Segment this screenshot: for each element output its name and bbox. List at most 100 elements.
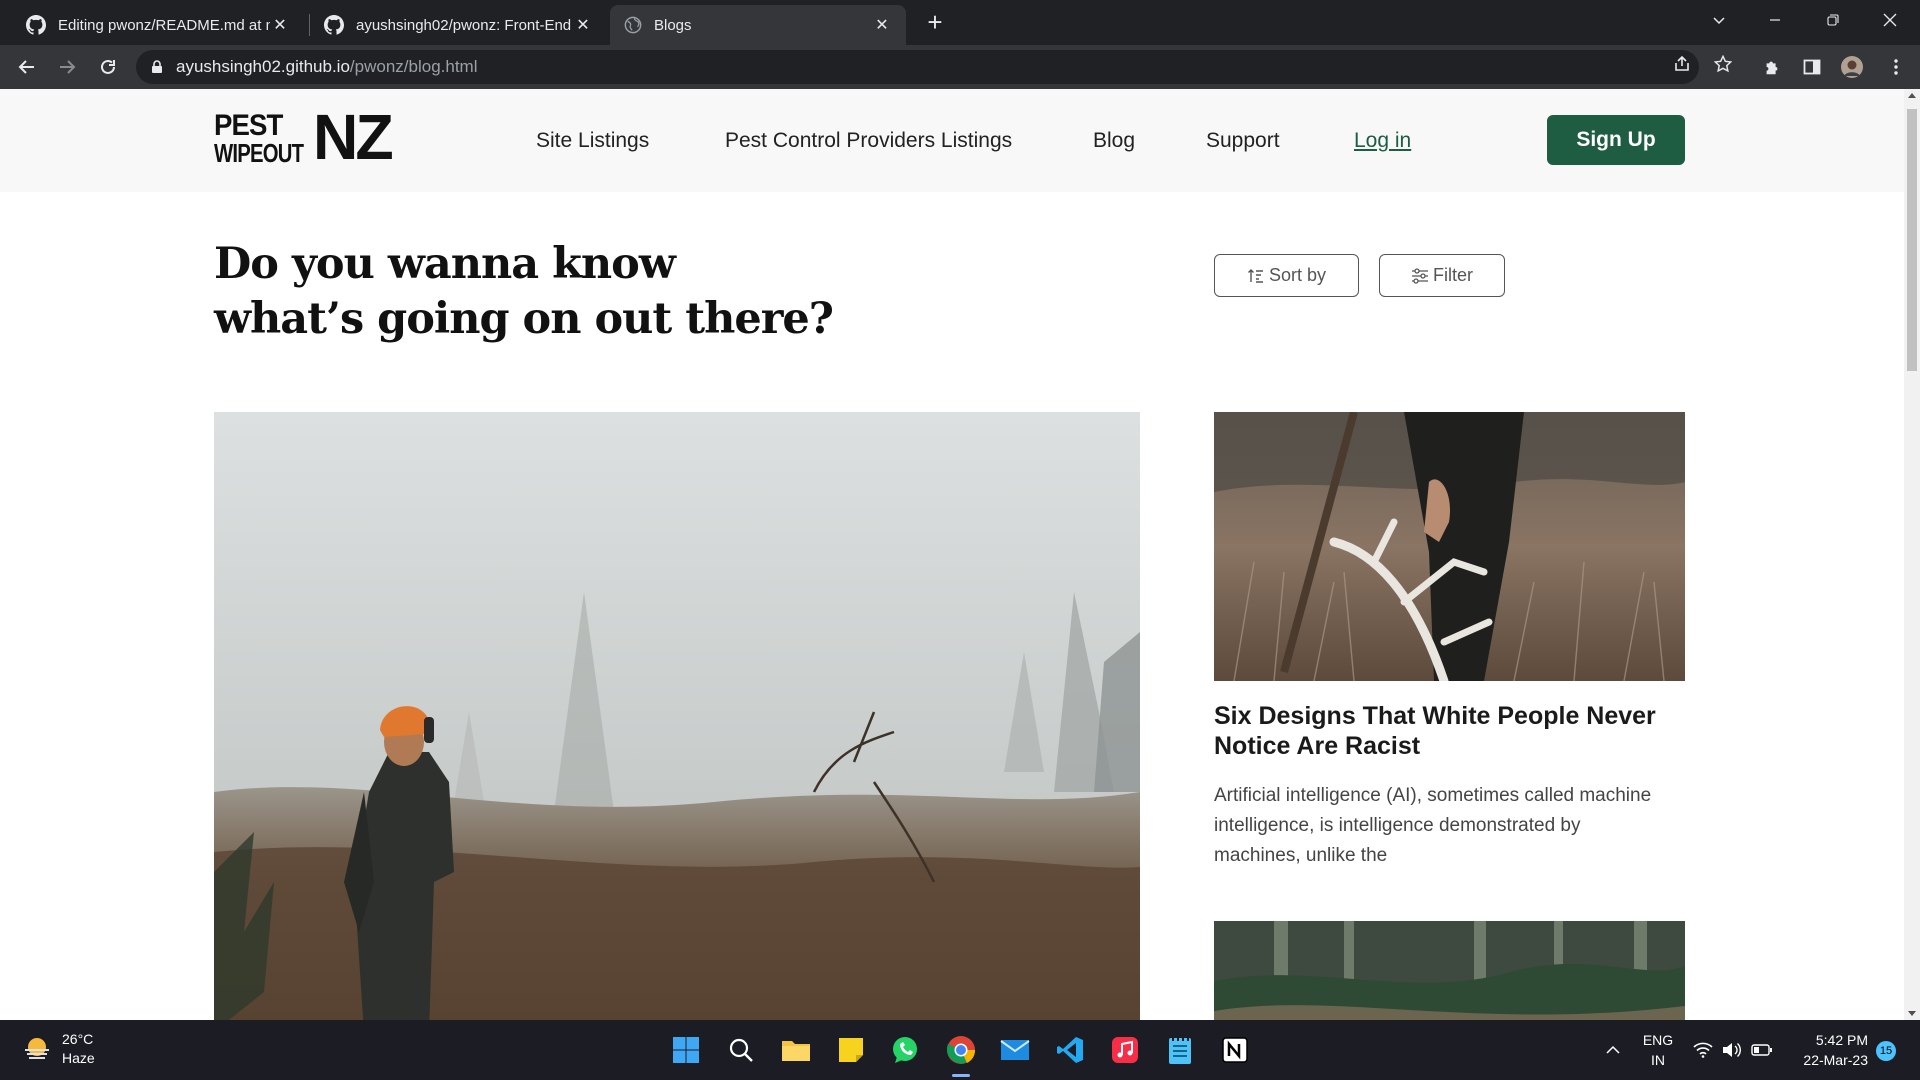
start-button[interactable] (668, 1032, 704, 1068)
featured-image-graphic (214, 412, 1140, 1020)
site-logo[interactable]: PEST WIPEOUT NZ (214, 105, 404, 169)
nav-site-listings[interactable]: Site Listings (536, 129, 649, 153)
post-thumbnail-2[interactable] (1214, 921, 1685, 1020)
file-explorer-button[interactable] (778, 1032, 814, 1068)
chevron-up-icon (1606, 1045, 1620, 1054)
signup-button[interactable]: Sign Up (1547, 115, 1685, 165)
mail-button[interactable] (997, 1032, 1033, 1068)
close-icon[interactable]: ✕ (270, 15, 290, 35)
github-icon (324, 15, 344, 35)
featured-post-image[interactable] (214, 412, 1140, 1020)
restore-icon (1827, 14, 1839, 26)
share-icon (1675, 55, 1689, 71)
filter-button[interactable]: Filter (1379, 254, 1505, 297)
search-icon (729, 1038, 753, 1062)
filter-label: Filter (1433, 265, 1473, 285)
bookmark-button[interactable] (1711, 52, 1735, 76)
minimize-button[interactable] (1747, 0, 1803, 40)
site-header: PEST WIPEOUT NZ Site Listings Pest Contr… (0, 89, 1904, 192)
weather-widget[interactable]: 26°C Haze (22, 1030, 95, 1068)
battery-icon (1751, 1044, 1772, 1056)
tab-title: Blogs (654, 16, 692, 34)
tab-blogs[interactable]: Blogs ✕ (610, 5, 906, 45)
active-app-indicator (952, 1074, 970, 1077)
back-button[interactable] (12, 52, 42, 82)
globe-icon (624, 16, 642, 34)
scroll-down-icon[interactable] (1908, 1011, 1916, 1016)
sort-label: Sort by (1268, 265, 1327, 285)
tab-readme[interactable]: Editing pwonz/README.md at m ✕ (12, 5, 304, 45)
share-button[interactable] (1670, 52, 1694, 76)
sticky-notes-button[interactable] (833, 1032, 869, 1068)
notepad-button[interactable] (1162, 1032, 1198, 1068)
logo-line1: PEST (214, 109, 283, 142)
notepad-icon (1169, 1036, 1191, 1064)
taskbar-search-button[interactable] (723, 1032, 759, 1068)
post-thumbnail[interactable] (1214, 412, 1685, 681)
tab-repo[interactable]: ayushsingh02/pwonz: Front-End ✕ (310, 5, 607, 45)
clock[interactable]: 5:42 PM 22-Mar-23 (1790, 1030, 1868, 1070)
address-bar[interactable]: ayushsingh02.github.io/pwonz/blog.html (136, 50, 1699, 84)
nav-blog[interactable]: Blog (1093, 129, 1135, 153)
browser-tab-strip: Editing pwonz/README.md at m ✕ ayushsing… (0, 0, 1920, 45)
whatsapp-icon (893, 1037, 917, 1063)
close-icon[interactable]: ✕ (573, 15, 593, 35)
music-button[interactable] (1107, 1032, 1143, 1068)
close-icon[interactable]: ✕ (872, 15, 892, 35)
restore-button[interactable] (1805, 0, 1861, 40)
arrow-right-icon (60, 60, 76, 74)
scroll-up-icon[interactable] (1908, 93, 1916, 98)
mail-icon (1000, 1040, 1030, 1060)
post-excerpt: Artificial intelligence (AI), sometimes … (1214, 785, 1652, 866)
chrome-button[interactable] (943, 1032, 979, 1068)
tray-overflow-button[interactable] (1605, 1020, 1621, 1080)
github-icon (26, 15, 46, 35)
post-thumbnail-graphic (1214, 412, 1685, 681)
quick-settings-button[interactable] (1693, 1020, 1773, 1080)
avatar-icon (1841, 56, 1863, 78)
profile-avatar[interactable] (1840, 55, 1864, 79)
folder-icon (782, 1041, 810, 1061)
weather-haze-icon (25, 1038, 49, 1059)
new-tab-button[interactable]: + (920, 8, 950, 38)
page-scrollbar[interactable] (1904, 89, 1920, 1020)
music-icon (1112, 1037, 1138, 1063)
side-panel-button[interactable] (1800, 55, 1824, 79)
vscode-icon (1057, 1037, 1083, 1063)
post-title[interactable]: Six Designs That White People Never Noti… (1214, 701, 1685, 761)
menu-button[interactable] (1884, 55, 1908, 79)
side-panel-icon (1803, 59, 1821, 75)
windows-icon (673, 1037, 699, 1063)
more-vertical-icon (1894, 59, 1898, 75)
reload-button[interactable] (93, 52, 123, 82)
url-text: ayushsingh02.github.io/pwonz/blog.html (176, 57, 478, 77)
chrome-icon (946, 1036, 976, 1064)
wifi-icon (1693, 1042, 1713, 1058)
sort-button[interactable]: Sort by (1214, 254, 1359, 297)
extensions-button[interactable] (1760, 55, 1784, 79)
clock-date: 22-Mar-23 (1803, 1052, 1868, 1068)
whatsapp-button[interactable] (887, 1032, 923, 1068)
forward-button[interactable] (52, 52, 82, 82)
language-indicator[interactable]: ENG IN (1640, 1020, 1676, 1080)
nav-support[interactable]: Support (1206, 129, 1280, 153)
tab-search-button[interactable] (1691, 0, 1747, 40)
chevron-down-icon (1713, 17, 1725, 25)
reload-icon (101, 59, 115, 74)
lang-bottom: IN (1651, 1052, 1665, 1068)
close-icon (1883, 13, 1897, 27)
lang-top: ENG (1642, 1032, 1674, 1048)
nav-providers[interactable]: Pest Control Providers Listings (725, 129, 1012, 153)
tab-title: ayushsingh02/pwonz: Front-End (356, 16, 572, 34)
lock-icon[interactable] (150, 60, 164, 74)
scrollbar-thumb[interactable] (1907, 109, 1917, 371)
logo-big: NZ (313, 101, 394, 173)
vscode-button[interactable] (1052, 1032, 1088, 1068)
weather-desc: Haze (62, 1050, 95, 1066)
sort-icon (1247, 268, 1263, 283)
close-window-button[interactable] (1862, 0, 1918, 40)
notification-badge[interactable]: 15 (1876, 1041, 1896, 1061)
notion-button[interactable] (1217, 1032, 1253, 1068)
filter-icon (1412, 267, 1428, 284)
nav-login[interactable]: Log in (1354, 129, 1411, 153)
